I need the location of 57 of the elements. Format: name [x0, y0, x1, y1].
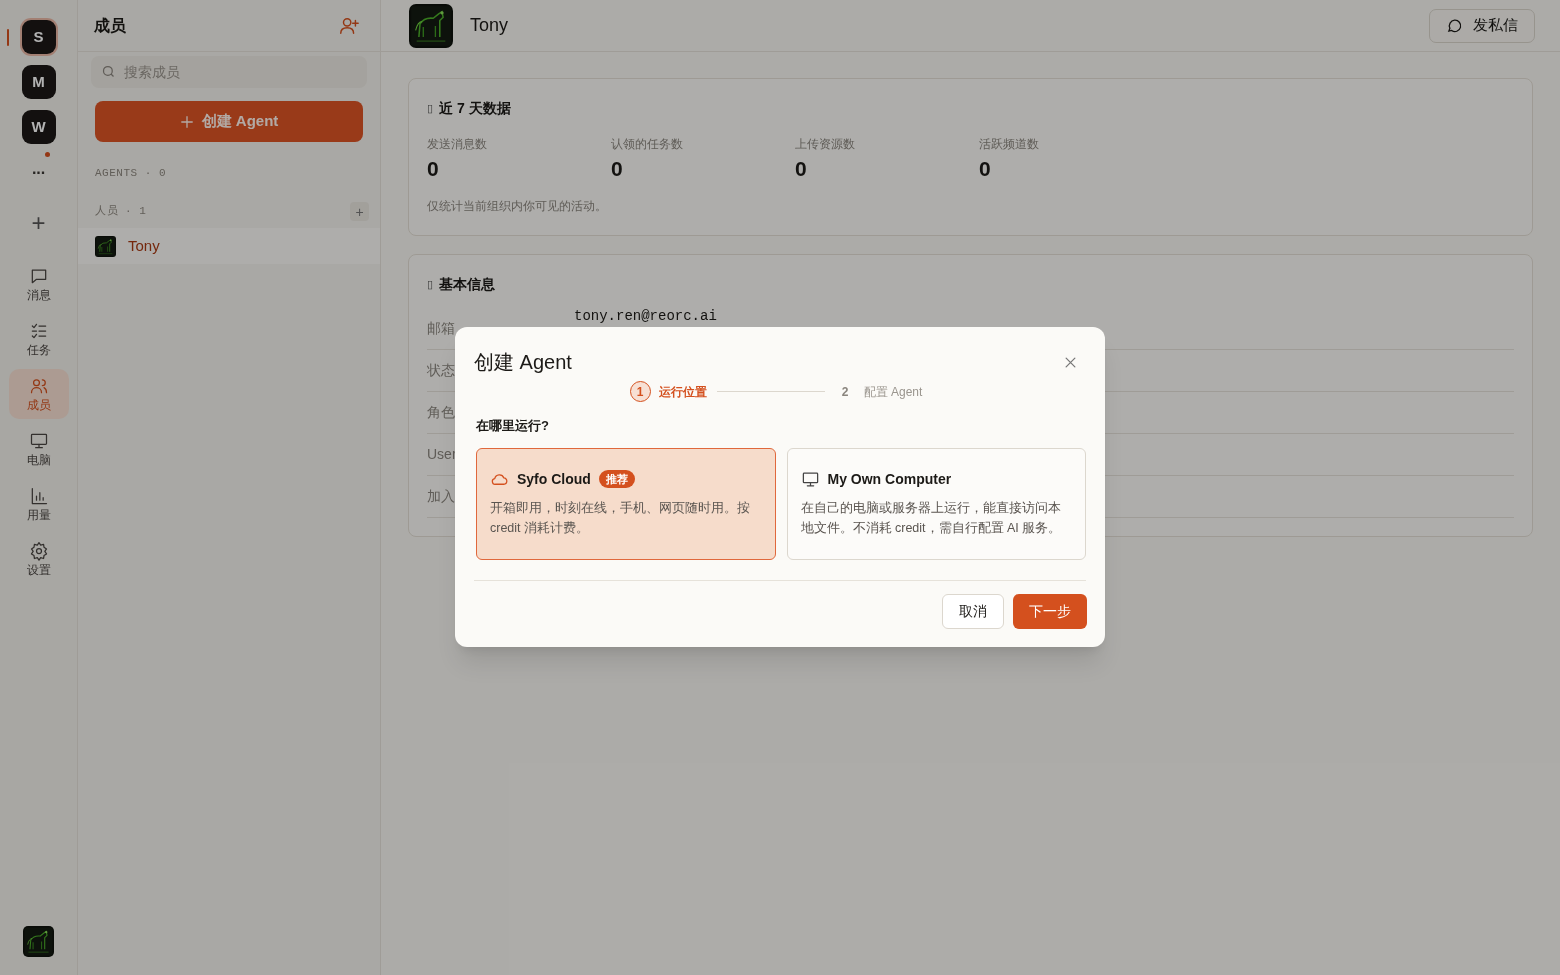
card-title: 基本信息: [439, 275, 495, 294]
stat-value: 0: [611, 156, 624, 182]
nav-item[interactable]: 设置: [8, 534, 69, 584]
chat-bubble-icon: [1446, 17, 1463, 34]
workspace-button[interactable]: W: [21, 110, 56, 144]
info-label: 角色: [427, 403, 455, 422]
stat-label: 上传资源数: [795, 136, 856, 153]
recommended-badge: 推荐: [598, 469, 635, 489]
stat-value: 0: [795, 156, 808, 182]
stat-label: 认领的任务数: [611, 136, 684, 153]
search-icon: [101, 64, 116, 79]
question-label: 在哪里运行?: [476, 417, 550, 435]
workspace-button[interactable]: M: [21, 65, 56, 99]
add-workspace-button[interactable]: +: [31, 211, 46, 235]
info-label: 邮箱: [427, 319, 455, 338]
step-label: 配置 Agent: [863, 383, 923, 401]
stat-value: 0: [427, 156, 440, 182]
nav-item[interactable]: 消息: [8, 259, 69, 309]
info-label: User: [427, 445, 457, 464]
step-label: 运行位置: [658, 383, 707, 401]
info-label: 加入: [427, 487, 455, 506]
step-number: 1: [629, 381, 651, 402]
section-label: 人员 · 1: [95, 204, 147, 220]
missing-glyph: ▯: [427, 277, 433, 293]
stat-label: 活跃频道数: [979, 136, 1040, 153]
create-agent-button[interactable]: 创建 Agent: [95, 101, 363, 142]
info-value: tony.ren@reorc.ai: [574, 307, 717, 326]
search-field[interactable]: 搜索成员: [91, 56, 367, 88]
direct-message-button[interactable]: 发私信: [1429, 8, 1535, 43]
option-description: 开箱即用，时刻在线，手机、网页随时用。按 credit 消耗计费。: [490, 499, 751, 537]
card-title: 近 7 天数据: [439, 99, 511, 118]
settings-icon: [28, 540, 49, 561]
option-card[interactable]: Syfo Cloud 推荐 开箱即用，时刻在线，手机、网页随时用。按 credit 消耗计费。: [476, 447, 776, 560]
plus-icon: [179, 114, 194, 129]
workspace-button[interactable]: S: [21, 20, 56, 54]
stat-label: 发送消息数: [427, 136, 488, 153]
more-button[interactable]: ···: [32, 165, 45, 181]
next-button[interactable]: 下一步: [1013, 593, 1087, 629]
section-label: AGENTS · 0: [95, 166, 166, 182]
option-title: My Own Computer: [827, 469, 952, 489]
member-item[interactable]: Tony: [78, 228, 380, 264]
stats-note: 仅统计当前组织内你可见的活动。: [427, 198, 608, 215]
panel-title: 成员: [94, 15, 126, 36]
option-title: Syfo Cloud: [517, 469, 591, 489]
option-card[interactable]: My Own Computer 在自己的电脑或服务器上运行，能直接访问本地文件。不消耗 credit，需自行配置 AI 服务。: [786, 447, 1086, 560]
nav-item[interactable]: 用量: [8, 479, 69, 529]
info-label: 状态: [427, 361, 455, 380]
nav-item[interactable]: 任务: [8, 314, 69, 364]
missing-glyph: ▯: [427, 101, 433, 117]
step-number: 2: [840, 383, 850, 401]
cancel-button[interactable]: 取消: [942, 593, 1004, 629]
stat-value: 0: [979, 156, 992, 182]
dialog-title: 创建 Agent: [474, 350, 572, 375]
nav-item[interactable]: 电脑: [8, 424, 69, 474]
option-description: 在自己的电脑或服务器上运行，能直接访问本地文件。不消耗 credit，需自行配置 AI 服务。: [800, 499, 1063, 537]
add-member-button[interactable]: +: [350, 202, 369, 221]
member-name: Tony: [470, 14, 510, 37]
